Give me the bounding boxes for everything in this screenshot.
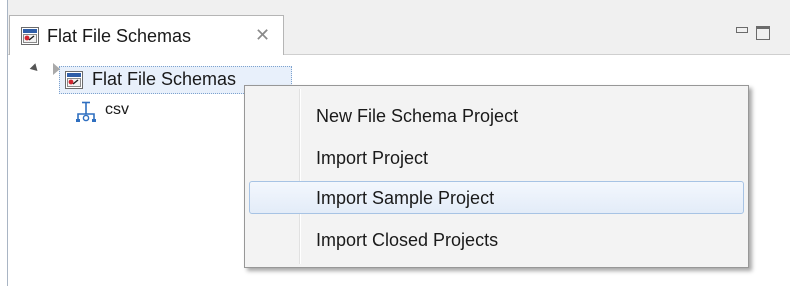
tab-flat-file-schemas[interactable]: Flat File Schemas ✕ (9, 15, 284, 55)
close-icon[interactable]: ✕ (255, 25, 270, 45)
tab-strip: Flat File Schemas ✕ (8, 0, 790, 55)
menu-item-import-sample-project[interactable]: Import Sample Project (249, 181, 744, 214)
context-menu: New File Schema Project Import Project I… (244, 85, 749, 268)
minimize-icon[interactable] (736, 27, 748, 33)
menu-item-new-file-schema-project[interactable]: New File Schema Project (249, 99, 744, 132)
maximize-icon[interactable] (756, 26, 770, 40)
schema-project-icon (65, 71, 83, 89)
menu-item-label: Import Closed Projects (316, 230, 499, 250)
menu-item-import-closed-projects[interactable]: Import Closed Projects (249, 223, 744, 256)
tab-label: Flat File Schemas (47, 26, 192, 46)
collapse-chevron-icon[interactable] (29, 63, 41, 74)
menu-item-label: Import Sample Project (316, 188, 495, 208)
schema-tree-icon (76, 101, 96, 122)
menu-item-import-project[interactable]: Import Project (249, 141, 744, 174)
tree-root-label: Flat File Schemas (92, 69, 237, 89)
schema-view-icon (21, 27, 39, 45)
expand-chevron-icon[interactable] (53, 63, 60, 75)
tree-child-label[interactable]: csv (105, 100, 129, 120)
menu-item-label: Import Project (316, 148, 429, 168)
menu-item-label: New File Schema Project (316, 106, 519, 126)
